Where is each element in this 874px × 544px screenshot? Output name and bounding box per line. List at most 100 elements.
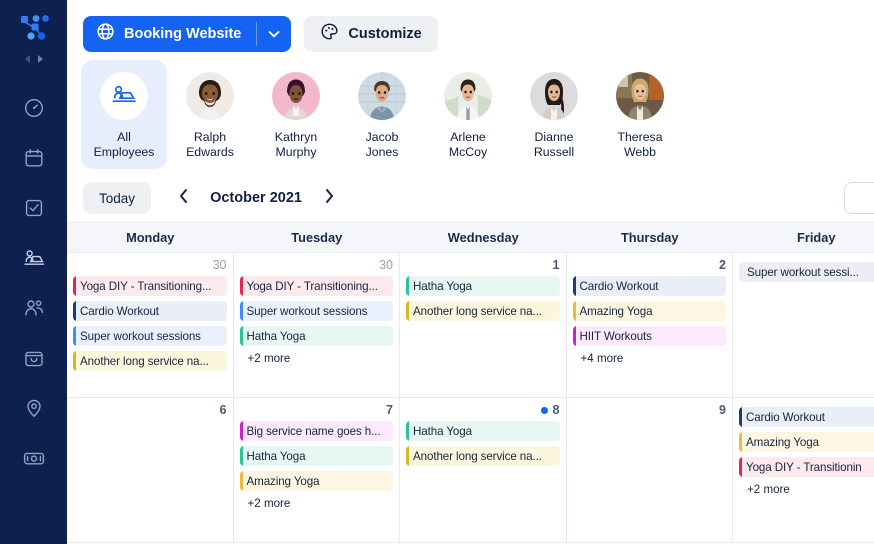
main-content: Booking Website Customize All Employees … xyxy=(67,0,874,544)
sidebar-item-employees[interactable] xyxy=(11,235,57,281)
calendar-week-row: 6 7 Big service name goes h... Hatha Yoga Am… xyxy=(67,398,874,543)
employee-name-line1: Theresa xyxy=(617,130,663,144)
weekday-header-monday: Monday xyxy=(126,230,175,245)
sidebar-item-payments[interactable] xyxy=(11,435,57,481)
employee-name: Ralph Edwards xyxy=(186,130,234,160)
employee-chip-all-employees[interactable]: All Employees xyxy=(81,60,167,169)
calendar-event[interactable]: Cardio Workout xyxy=(572,276,726,296)
employee-name-line1: Ralph xyxy=(193,130,227,144)
calendar-event[interactable]: Amazing Yoga xyxy=(572,301,726,321)
more-events-link[interactable]: +2 more xyxy=(240,352,394,365)
customize-button[interactable]: Customize xyxy=(304,15,438,52)
calendar-event[interactable]: Yoga DIY - Transitionin xyxy=(739,457,874,477)
calendar-event[interactable]: Super workout sessi... xyxy=(739,262,874,282)
day-number: 7 xyxy=(386,403,393,417)
sidebar-item-dashboard[interactable] xyxy=(11,85,57,131)
calendar-event[interactable]: Big service name goes h... xyxy=(239,421,393,441)
calendar-day-cell[interactable]: 2 Cardio Workout Amazing Yoga HIIT Workouts… xyxy=(567,253,733,397)
calendar-day-cell[interactable]: 9 xyxy=(567,398,733,542)
employee-name-line1: All xyxy=(117,130,131,144)
calendar-day-cell[interactable]: 30 Yoga DIY - Transitioning... Cardio Work… xyxy=(67,253,234,397)
employee-chip-theresa-webb[interactable]: Theresa Webb xyxy=(597,60,683,169)
calendar-event[interactable]: Cardio Workout xyxy=(739,407,874,427)
chevron-down-icon xyxy=(268,25,280,43)
calendar-event[interactable]: Hatha Yoga xyxy=(406,276,560,296)
sidebar-item-tasks[interactable] xyxy=(11,185,57,231)
more-events-link[interactable]: +4 more xyxy=(573,352,727,365)
calendar-event[interactable]: Hatha Yoga xyxy=(239,326,393,346)
employee-chip-arlene-mccoy[interactable]: Arlene McCoy xyxy=(425,60,511,169)
today-dot-icon xyxy=(540,406,548,414)
calendar-day-cell[interactable]: 6 xyxy=(67,398,234,542)
day-number-text: 1 xyxy=(552,258,560,272)
palette-icon xyxy=(320,22,339,45)
next-month-button[interactable] xyxy=(315,184,343,212)
sidebar-item-clients[interactable] xyxy=(11,285,57,331)
calendar-grid: 30 Yoga DIY - Transitioning... Cardio Work… xyxy=(67,253,874,544)
employee-name-line2: Edwards xyxy=(186,145,234,159)
more-events-link[interactable]: +2 more xyxy=(739,483,874,496)
calendar-day-cell[interactable]: 1 Hatha Yoga Another long service na... xyxy=(400,253,567,397)
day-number: 8 xyxy=(540,403,560,417)
sidebar-item-inbox[interactable] xyxy=(11,335,57,381)
employee-chip-jacob-jones[interactable]: Jacob Jones xyxy=(339,60,425,169)
day-number-text: 9 xyxy=(719,403,726,417)
booking-website-dropdown-button[interactable] xyxy=(257,16,291,52)
day-number: 6 xyxy=(220,403,227,417)
booking-website-button-group: Booking Website xyxy=(83,15,292,52)
calendar-event[interactable]: Amazing Yoga xyxy=(239,471,393,491)
calendar-event[interactable]: Another long service na... xyxy=(406,446,560,466)
calendar-day-cell[interactable]: 7 Big service name goes h... Hatha Yoga Ama… xyxy=(234,398,400,542)
employee-name-line1: Kathryn xyxy=(274,130,318,144)
calendar: Monday Tuesday Wednesday Thursday Friday… xyxy=(67,222,874,544)
avatar xyxy=(358,72,406,120)
employee-name-line2: Webb xyxy=(624,145,656,159)
calendar-event[interactable]: HIIT Workouts xyxy=(572,326,726,346)
employee-name: Kathryn Murphy xyxy=(275,130,317,160)
calendar-event[interactable]: Hatha Yoga xyxy=(239,446,393,466)
today-button[interactable]: Today xyxy=(83,182,152,214)
prev-month-button[interactable] xyxy=(169,184,197,212)
more-events-link[interactable]: +2 more xyxy=(240,497,394,510)
calendar-day-cell[interactable]: Cardio Workout Amazing Yoga Yoga DIY - Tra… xyxy=(733,398,874,542)
calendar-day-cell[interactable]: 30 Yoga DIY - Transitioning... Super worko… xyxy=(234,253,400,397)
current-month-label: October 2021 xyxy=(210,190,302,206)
employee-name: Jacob Jones xyxy=(366,130,399,160)
calendar-event[interactable]: Cardio Workout xyxy=(73,301,227,321)
calendar-icon xyxy=(23,147,45,169)
calendar-day-cell[interactable]: 8 Hatha Yoga Another long service na... xyxy=(400,398,567,542)
employee-name-line2: Jones xyxy=(365,145,399,159)
weekday-header-wednesday: Wednesday xyxy=(447,230,519,245)
employee-chip-dianne-russell[interactable]: Dianne Russell xyxy=(511,60,597,169)
app-logo[interactable] xyxy=(17,13,51,43)
calendar-event[interactable]: Super workout sessions xyxy=(73,326,227,346)
calendar-event[interactable]: Yoga DIY - Transitioning... xyxy=(73,276,227,296)
sidebar-nav-arrows[interactable] xyxy=(19,51,49,67)
view-selector[interactable] xyxy=(844,182,874,214)
employee-chip-kathryn-murphy[interactable]: Kathryn Murphy xyxy=(253,60,339,169)
employee-name: Arlene McCoy xyxy=(449,130,487,160)
employees-desk-icon xyxy=(22,247,46,269)
calendar-event[interactable]: Amazing Yoga xyxy=(739,432,874,452)
booking-website-label: Booking Website xyxy=(124,25,242,42)
day-number-text: 2 xyxy=(719,258,726,272)
dashboard-gauge-icon xyxy=(23,97,45,119)
calendar-event[interactable]: Hatha Yoga xyxy=(406,421,560,441)
sidebar-item-locations[interactable] xyxy=(11,385,57,431)
employee-filter-strip: All Employees Ralph Edwards Kathryn Murp… xyxy=(67,56,874,174)
globe-icon xyxy=(96,22,115,45)
calendar-event[interactable]: Another long service na... xyxy=(406,301,560,321)
employee-chip-ralph-edwards[interactable]: Ralph Edwards xyxy=(167,60,253,169)
day-number-text: 7 xyxy=(386,403,393,417)
booking-website-button[interactable]: Booking Website xyxy=(83,16,256,52)
day-number: 9 xyxy=(719,403,726,417)
avatar xyxy=(444,72,492,120)
calendar-event[interactable]: Yoga DIY - Transitioning... xyxy=(239,276,393,296)
calendar-event[interactable]: Another long service na... xyxy=(73,351,227,371)
location-pin-icon xyxy=(23,397,45,419)
calendar-day-cell[interactable]: Super workout sessi... xyxy=(733,253,874,397)
day-number: 1 xyxy=(553,258,560,272)
calendar-event[interactable]: Super workout sessions xyxy=(239,301,393,321)
day-number-text: 6 xyxy=(219,403,227,417)
sidebar-item-calendar[interactable] xyxy=(11,135,57,181)
